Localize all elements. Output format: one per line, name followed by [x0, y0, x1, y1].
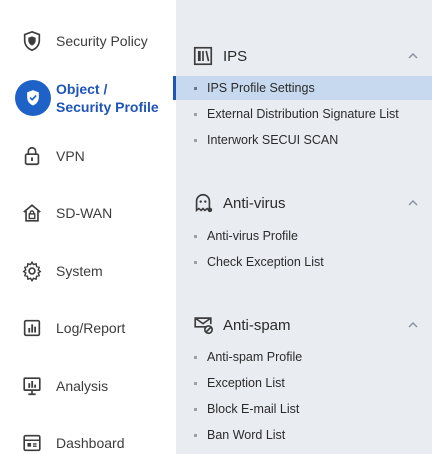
chevron-up-icon[interactable] [406, 49, 420, 63]
submenu-item-interwork-secui-scan[interactable]: Interwork SECUI SCAN [176, 128, 432, 152]
nav-label: Dashboard [56, 435, 125, 451]
submenu-panel: IPS IPS Profile Settings External Distri… [176, 0, 432, 454]
submenu-item-block-e-mail-list[interactable]: Block E-mail List [176, 397, 432, 421]
submenu-item-external-distribution-signature-list[interactable]: External Distribution Signature List [176, 102, 432, 126]
sidebar: Security Policy Object / Security Profile… [0, 0, 176, 454]
submenu-label: Ban Word List [207, 428, 286, 442]
section-header-ips[interactable]: IPS [176, 43, 432, 69]
shield-icon [19, 28, 45, 54]
submenu-item-ips-profile-settings[interactable]: IPS Profile Settings [176, 76, 432, 100]
nav-item-system[interactable]: System [0, 258, 176, 284]
submenu-label: Interwork SECUI SCAN [207, 133, 339, 147]
nav-item-dashboard[interactable]: Dashboard [0, 430, 176, 454]
nav-item-sd-wan[interactable]: SD-WAN [0, 200, 176, 226]
submenu-item-exception-list[interactable]: Exception List [176, 371, 432, 395]
submenu-label: Block E-mail List [207, 402, 300, 416]
bar-report-icon [19, 315, 45, 341]
home-lock-icon [19, 200, 45, 226]
bullet [194, 86, 197, 90]
nav-item-analysis[interactable]: Analysis [0, 373, 176, 399]
nav-item-log-report[interactable]: Log/Report [0, 315, 176, 341]
bullet [194, 433, 197, 437]
nav-item-security-policy[interactable]: Security Policy [0, 28, 176, 54]
nav-label-active: Object / Security Profile [56, 80, 159, 116]
monitor-chart-icon [19, 373, 45, 399]
nav-item-vpn[interactable]: VPN [0, 143, 176, 169]
section-title: Anti-spam [223, 316, 291, 334]
nav-label-line: Security Profile [56, 99, 159, 115]
section-header-anti-virus[interactable]: Anti-virus [176, 190, 432, 216]
submenu-label: Anti-virus Profile [207, 229, 298, 243]
mail-block-icon [191, 313, 215, 337]
submenu-item-ban-word-list[interactable]: Ban Word List [176, 423, 432, 447]
bullet [194, 112, 197, 116]
nav-label: SD-WAN [56, 205, 113, 221]
nav-item-object-security-profile[interactable]: Object / Security Profile [0, 78, 176, 118]
dashboard-icon [19, 430, 45, 454]
submenu-item-check-exception-list[interactable]: Check Exception List [176, 250, 432, 274]
shield-check-icon [15, 80, 51, 116]
section-title: IPS [223, 47, 248, 65]
ips-icon [191, 44, 215, 68]
submenu-item-anti-spam-profile[interactable]: Anti-spam Profile [176, 345, 432, 369]
chevron-up-icon[interactable] [406, 318, 420, 332]
gear-icon [19, 258, 45, 284]
bullet [194, 407, 197, 411]
submenu-label: Exception List [207, 376, 285, 390]
nav-label: Log/Report [56, 320, 126, 336]
submenu-item-anti-virus-profile[interactable]: Anti-virus Profile [176, 224, 432, 248]
submenu-label: IPS Profile Settings [207, 81, 315, 95]
nav-label: System [56, 263, 103, 279]
chevron-up-icon[interactable] [406, 196, 420, 210]
nav-label: Security Policy [56, 33, 148, 49]
nav-label-line: Object / [56, 81, 108, 97]
bullet [194, 381, 197, 385]
bullet [194, 355, 197, 359]
submenu-label: External Distribution Signature List [207, 107, 399, 121]
virus-ghost-icon [191, 191, 215, 215]
bullet [194, 260, 197, 264]
bullet [194, 138, 197, 142]
bullet [194, 234, 197, 238]
nav-label: VPN [56, 148, 85, 164]
section-header-anti-spam[interactable]: Anti-spam [176, 312, 432, 338]
submenu-label: Check Exception List [207, 255, 324, 269]
section-title: Anti-virus [223, 194, 286, 212]
nav-label: Analysis [56, 378, 109, 394]
submenu-label: Anti-spam Profile [207, 350, 303, 364]
lock-icon [19, 143, 45, 169]
